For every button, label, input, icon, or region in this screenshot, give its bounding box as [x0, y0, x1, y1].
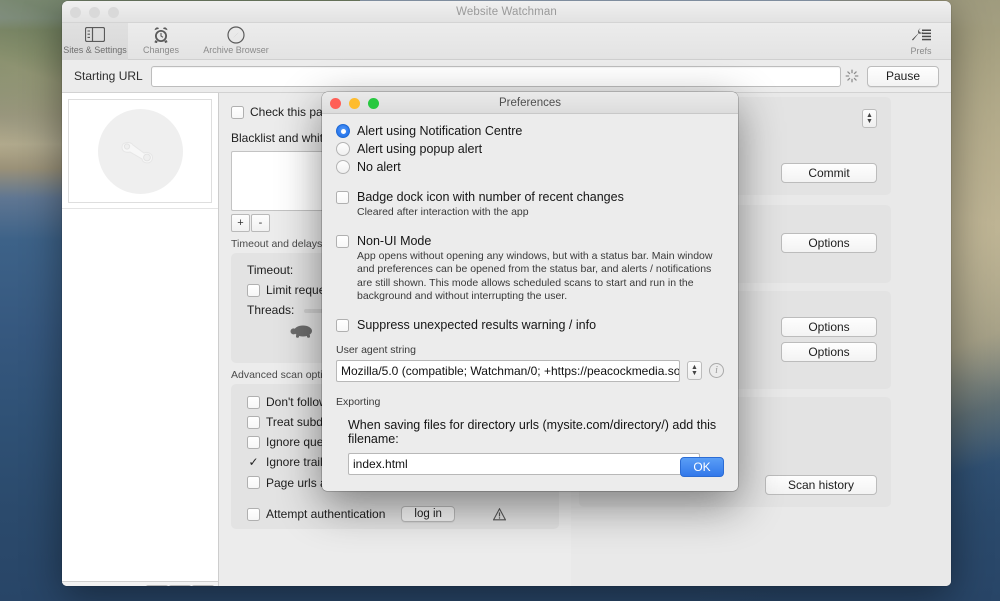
grid-view-icon[interactable]	[146, 585, 168, 586]
list-view-icon[interactable]	[169, 585, 191, 586]
sites-list[interactable]	[62, 208, 218, 581]
radio-label: Alert using popup alert	[357, 142, 483, 156]
pause-button[interactable]: Pause	[867, 65, 939, 87]
ok-button[interactable]: OK	[680, 457, 724, 477]
non-ui-mode-label: Non-UI Mode	[357, 233, 432, 248]
info-icon[interactable]: i	[709, 363, 724, 378]
alarm-clock-icon	[128, 25, 194, 44]
threads-label: Threads:	[247, 303, 295, 317]
starting-url-input[interactable]	[150, 65, 841, 87]
radio-label: Alert using Notification Centre	[357, 124, 523, 138]
preferences-dialog: Preferences Alert using Notification Cen…	[322, 92, 738, 491]
preferences-title: Preferences	[498, 97, 561, 109]
tab-archive-browser[interactable]: Archive Browser	[194, 23, 278, 60]
sites-list-toolbar: + -	[62, 581, 218, 586]
starting-url-label: Starting URL	[74, 69, 143, 83]
tab-sites-and-settings[interactable]: Sites & Settings	[62, 23, 128, 60]
options-button-1[interactable]: Options	[781, 233, 877, 253]
attempt-auth-label: Attempt authentication	[266, 507, 386, 521]
site-placeholder-icon	[97, 108, 183, 194]
suppress-warning-label: Suppress unexpected results warning / in…	[357, 317, 597, 332]
dont-follow-checkbox[interactable]	[247, 395, 260, 409]
user-agent-row: Mozilla/5.0 (compatible; Watchman/0; +ht…	[336, 359, 724, 382]
options-button-2[interactable]: Options	[781, 317, 877, 337]
preferences-titlebar: Preferences	[322, 92, 738, 114]
badge-dock-sublabel: Cleared after interaction with the app	[357, 206, 529, 218]
tab-label: Changes	[142, 45, 180, 55]
exporting-description: When saving files for directory urls (my…	[348, 417, 717, 446]
main-window-traffic-lights[interactable]	[70, 7, 119, 18]
directory-filename-input[interactable]: index.html	[348, 452, 700, 475]
preferences-traffic-lights[interactable]	[330, 98, 379, 109]
wrench-icon	[897, 25, 945, 44]
attempt-auth-row[interactable]: Attempt authentication log in	[247, 506, 549, 522]
alert-option-row[interactable]: No alert	[336, 160, 724, 174]
commit-button[interactable]: Commit	[781, 163, 877, 183]
user-agent-input[interactable]: Mozilla/5.0 (compatible; Watchman/0; +ht…	[336, 359, 680, 382]
attempt-auth-checkbox[interactable]	[247, 507, 260, 521]
badge-dock-row[interactable]: Badge dock icon with number of recent ch…	[336, 190, 724, 220]
limit-requests-checkbox[interactable]	[247, 283, 260, 297]
radio-popup-alert[interactable]	[336, 142, 350, 156]
main-toolbar: Sites & Settings Changes Archive Browser…	[62, 23, 951, 60]
page-title: Website Watchman	[456, 6, 557, 18]
add-site-button[interactable]: +	[66, 585, 85, 586]
ignore-trailing-checkbox[interactable]: ✓	[247, 455, 260, 469]
non-ui-mode-checkbox[interactable]	[336, 234, 349, 248]
zoom-icon[interactable]	[108, 7, 119, 18]
sites-left-pane: + -	[62, 93, 219, 586]
close-icon[interactable]	[330, 98, 341, 109]
tab-changes[interactable]: Changes	[128, 23, 194, 60]
site-thumbnail-card[interactable]	[68, 99, 212, 203]
gear-icon[interactable]	[192, 585, 214, 586]
check-this-page-checkbox[interactable]	[231, 105, 244, 119]
remove-site-button[interactable]: -	[86, 585, 105, 586]
minimize-icon[interactable]	[89, 7, 100, 18]
badge-dock-checkbox[interactable]	[336, 191, 349, 204]
tab-label: Archive Browser	[203, 45, 269, 55]
close-icon[interactable]	[70, 7, 81, 18]
blacklist-remove-button[interactable]: -	[251, 214, 270, 232]
dont-follow-label: Don't follow	[266, 395, 328, 409]
zoom-icon[interactable]	[368, 98, 379, 109]
tab-label: Sites & Settings	[63, 45, 127, 55]
exporting-section-label: Exporting	[336, 395, 381, 408]
log-in-button[interactable]: log in	[401, 506, 455, 522]
page-urls-no-extension-checkbox[interactable]	[247, 476, 260, 489]
preferences-body: Alert using Notification Centre Alert us…	[322, 114, 738, 491]
warning-triangle-icon	[492, 507, 506, 521]
radio-notification-centre[interactable]	[336, 124, 350, 138]
radio-no-alert[interactable]	[336, 160, 350, 174]
ignore-query-checkbox[interactable]	[247, 435, 260, 449]
progress-spinner-icon	[845, 69, 863, 83]
compass-icon	[194, 25, 278, 44]
suppress-warning-row[interactable]: Suppress unexpected results warning / in…	[336, 318, 724, 332]
alert-option-row[interactable]: Alert using Notification Centre	[336, 124, 724, 138]
options-button-3[interactable]: Options	[781, 342, 877, 362]
non-ui-mode-sublabel: App opens without opening any windows, b…	[357, 249, 713, 303]
alert-option-row[interactable]: Alert using popup alert	[336, 142, 724, 156]
non-ui-mode-row[interactable]: Non-UI Mode App opens without opening an…	[336, 234, 724, 304]
radio-label: No alert	[357, 160, 401, 174]
scan-history-button[interactable]: Scan history	[765, 475, 877, 495]
suppress-warning-checkbox[interactable]	[336, 318, 349, 332]
user-agent-stepper[interactable]: ▲ ▼	[687, 361, 702, 380]
treat-subdomains-checkbox[interactable]	[247, 415, 260, 429]
prefs-toolbar-button[interactable]: Prefs	[897, 25, 945, 56]
prefs-label: Prefs	[910, 46, 932, 56]
badge-dock-label: Badge dock icon with number of recent ch…	[357, 190, 624, 204]
minimize-icon[interactable]	[349, 98, 360, 109]
blacklist-add-button[interactable]: +	[231, 214, 250, 232]
stepper-updown-icon[interactable]: ▲ ▼	[862, 109, 877, 128]
starting-url-row: Starting URL Pause	[62, 60, 951, 93]
user-agent-section-label: User agent string	[336, 343, 416, 356]
sidebar-icon	[62, 25, 128, 44]
main-window-titlebar: Website Watchman	[62, 1, 951, 23]
